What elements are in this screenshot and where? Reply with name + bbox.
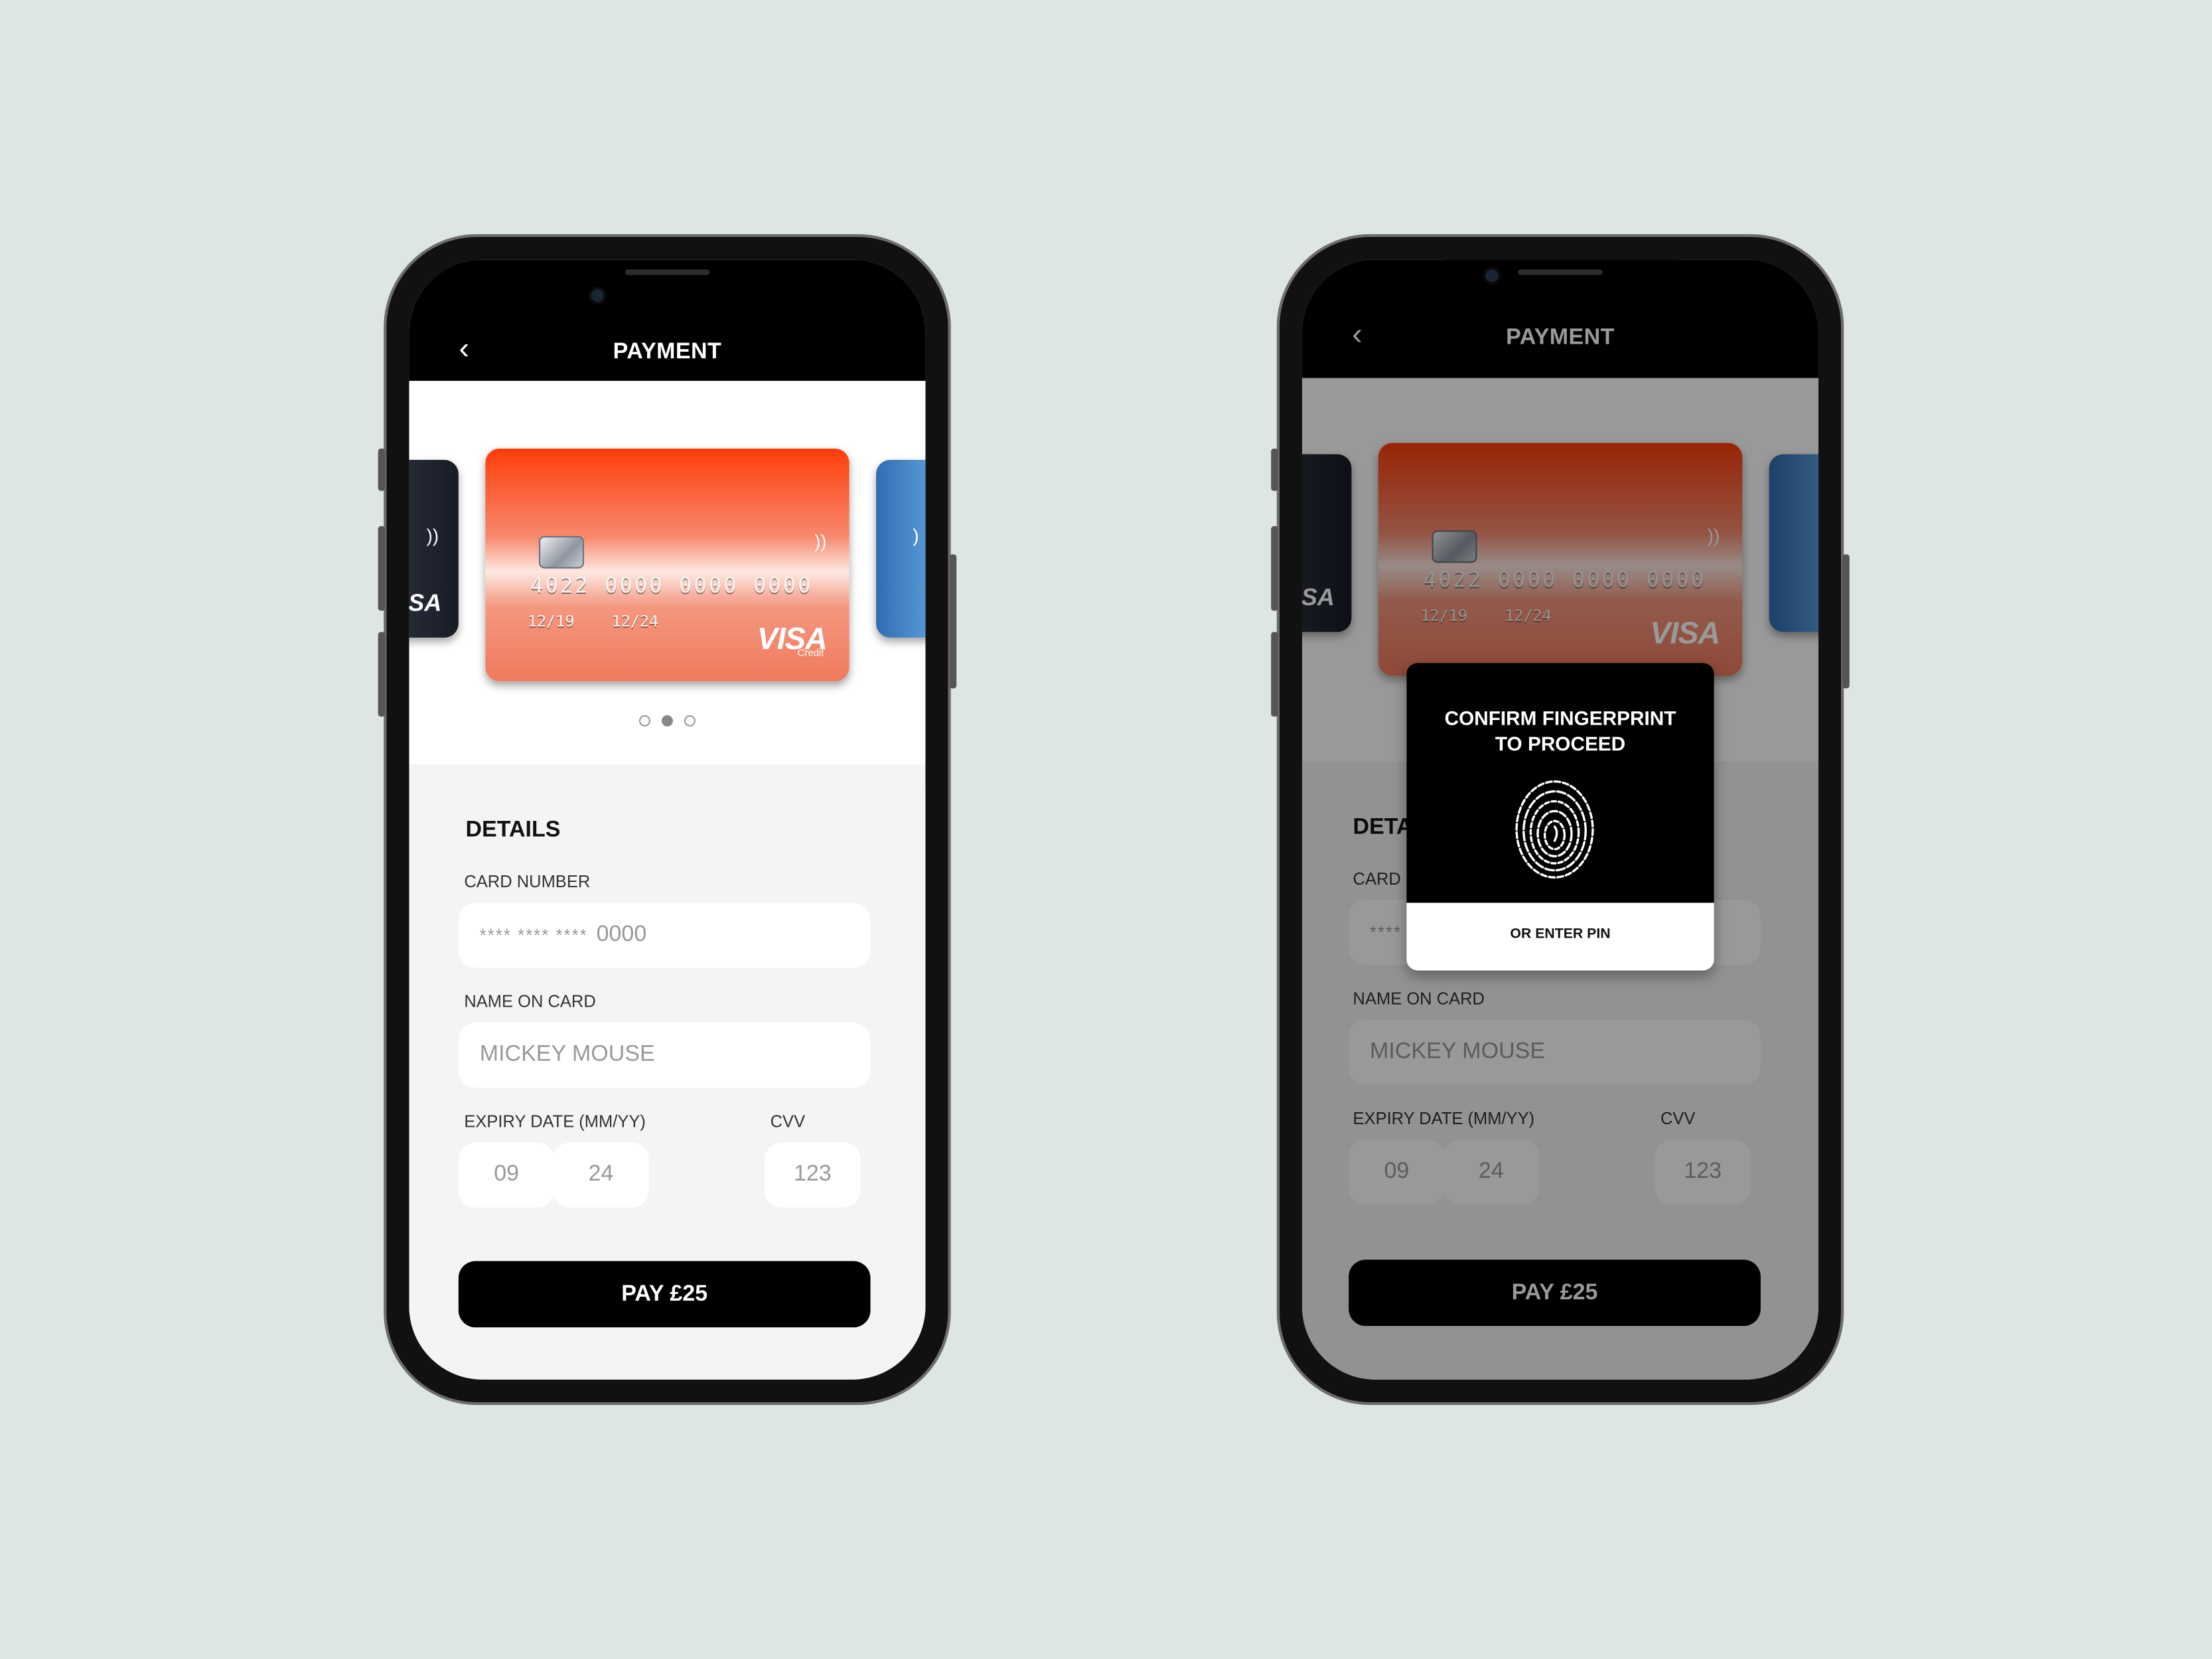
card-number-embossed: 4022 0000 0000 0000 (530, 573, 813, 599)
valid-thru: 12/24 (611, 612, 659, 631)
power-button (1842, 554, 1850, 689)
phone-frame-fingerprint: ‹ PAYMENT ISA )) 4022 0000 0000 0000 12/… (1271, 234, 1850, 1406)
chip-icon (539, 536, 585, 569)
card-number-field[interactable]: **** **** **** 0000 (458, 902, 871, 968)
enter-pin-button[interactable]: OR ENTER PIN (1406, 902, 1714, 971)
page-title: PAYMENT (613, 340, 722, 364)
contactless-icon: )) (814, 530, 827, 552)
front-camera (588, 286, 607, 305)
notch (1443, 259, 1678, 299)
expiry-year-field[interactable]: 24 (553, 1142, 649, 1208)
expiry-label: EXPIRY DATE (MM/YY) (464, 1112, 646, 1131)
card-number-mask: **** **** **** (479, 925, 588, 946)
dialog-title-line1: CONFIRM FINGERPRINT (1444, 706, 1676, 729)
speaker-grille (625, 269, 710, 275)
dialog-title-line2: TO PROCEED (1495, 732, 1626, 755)
section-title: DETAILS (465, 818, 561, 843)
fingerprint-icon[interactable] (1514, 778, 1595, 880)
card-previous[interactable]: )) ISA (409, 459, 459, 638)
payment-screen: ‹ PAYMENT )) ISA )) 4022 0000 0000 0000 … (409, 259, 926, 1380)
volume-up-button (378, 526, 386, 611)
app-header: ‹ PAYMENT (409, 259, 926, 381)
card-type: Credit (797, 648, 824, 659)
volume-down-button (1271, 632, 1278, 717)
card-validity: 12/19 12/24 (528, 613, 658, 631)
side-button (1271, 448, 1278, 491)
valid-from: 12/19 (528, 612, 575, 631)
dialog-title: CONFIRM FINGERPRINT TO PROCEED (1406, 705, 1714, 757)
name-field[interactable]: MICKEY MOUSE (458, 1023, 871, 1088)
volume-down-button (378, 632, 386, 717)
pay-button[interactable]: PAY £25 (458, 1261, 871, 1328)
cvv-field[interactable]: 123 (765, 1142, 861, 1208)
contactless-icon: ) (913, 524, 919, 546)
cvv-label: CVV (770, 1112, 806, 1131)
carousel-dot[interactable] (684, 715, 696, 727)
fingerprint-dialog: CONFIRM FINGERPRINT TO PROCEED OR ENTER … (1406, 663, 1714, 971)
fingerprint-prompt[interactable]: CONFIRM FINGERPRINT TO PROCEED (1406, 663, 1714, 903)
card-number-last: 0000 (596, 922, 647, 947)
carousel-dot-active[interactable] (661, 715, 673, 727)
contactless-icon: )) (426, 524, 439, 546)
name-label: NAME ON CARD (464, 991, 596, 1012)
carousel-dot[interactable] (638, 715, 650, 727)
card-next[interactable]: ) (876, 459, 926, 638)
front-camera (1483, 266, 1501, 285)
volume-up-button (1271, 526, 1278, 611)
card-number-label: CARD NUMBER (464, 871, 591, 892)
side-button (378, 448, 386, 491)
phone-frame-payment: ‹ PAYMENT )) ISA )) 4022 0000 0000 0000 … (378, 234, 957, 1406)
expiry-month-field[interactable]: 09 (458, 1142, 555, 1208)
card-brand: ISA (409, 589, 442, 616)
card-selected[interactable]: )) 4022 0000 0000 0000 12/19 12/24 VISA … (485, 448, 849, 682)
showcase-stage: ‹ PAYMENT )) ISA )) 4022 0000 0000 0000 … (0, 0, 2212, 1659)
fingerprint-screen: ‹ PAYMENT ISA )) 4022 0000 0000 0000 12/… (1302, 259, 1819, 1380)
carousel-indicator (409, 708, 925, 733)
speaker-grille (1518, 269, 1603, 275)
card-carousel[interactable]: )) ISA )) 4022 0000 0000 0000 12/19 12/2… (409, 380, 926, 765)
power-button (949, 554, 957, 689)
